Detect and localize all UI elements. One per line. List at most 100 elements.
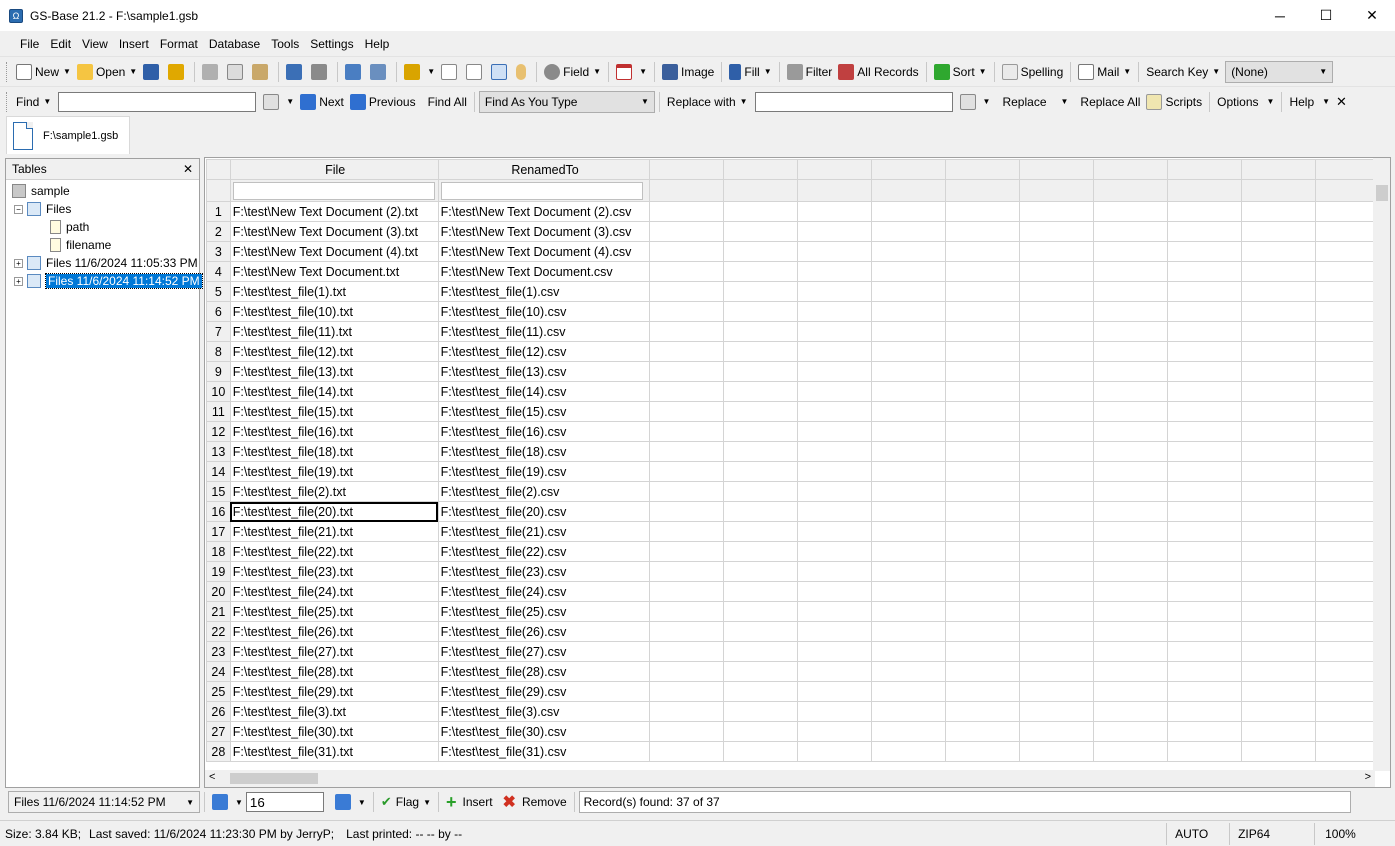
empty-cell[interactable] xyxy=(797,441,873,462)
empty-cell[interactable] xyxy=(723,441,799,462)
empty-cell[interactable] xyxy=(871,601,947,622)
empty-cell[interactable] xyxy=(649,321,725,342)
empty-cell[interactable] xyxy=(1167,281,1243,302)
empty-cell[interactable] xyxy=(1019,741,1095,762)
cell-renamedto[interactable]: F:\test\New Text Document (4).csv xyxy=(437,241,651,262)
row-number[interactable]: 24 xyxy=(206,661,231,682)
empty-cell[interactable] xyxy=(1093,201,1169,222)
empty-cell[interactable] xyxy=(649,441,725,462)
empty-cell[interactable] xyxy=(1167,721,1243,742)
empty-cell[interactable] xyxy=(1241,541,1317,562)
cell-renamedto[interactable]: F:\test\test_file(1).csv xyxy=(437,281,651,302)
row-number[interactable]: 21 xyxy=(206,601,231,622)
empty-cell[interactable] xyxy=(945,401,1021,422)
empty-cell[interactable] xyxy=(1093,661,1169,682)
cell-file[interactable]: F:\test\test_file(20).txt xyxy=(229,501,439,522)
cell-file[interactable]: F:\test\test_file(11).txt xyxy=(229,321,439,342)
cell-file[interactable]: F:\test\test_file(10).txt xyxy=(229,301,439,322)
empty-cell[interactable] xyxy=(871,461,947,482)
empty-cell[interactable] xyxy=(1167,461,1243,482)
empty-cell[interactable] xyxy=(649,421,725,442)
cell-file[interactable]: F:\test\test_file(30).txt xyxy=(229,721,439,742)
empty-cell[interactable] xyxy=(1167,601,1243,622)
empty-cell[interactable] xyxy=(723,521,799,542)
menu-edit[interactable]: Edit xyxy=(50,37,71,51)
empty-cell[interactable] xyxy=(1093,281,1169,302)
cell-file[interactable]: F:\test\test_file(25).txt xyxy=(229,601,439,622)
empty-cell[interactable] xyxy=(871,381,947,402)
empty-cell[interactable] xyxy=(1019,321,1095,342)
tab-sample1[interactable]: F:\sample1.gsb xyxy=(6,116,130,154)
empty-cell[interactable] xyxy=(797,541,873,562)
row-number[interactable]: 17 xyxy=(206,521,231,542)
toolbar-grip[interactable] xyxy=(6,61,9,82)
empty-cell[interactable] xyxy=(945,441,1021,462)
empty-cell[interactable] xyxy=(871,561,947,582)
empty-cell[interactable] xyxy=(1167,301,1243,322)
empty-cell[interactable] xyxy=(1019,581,1095,602)
cell-file[interactable]: F:\test\test_file(22).txt xyxy=(229,541,439,562)
empty-cell[interactable] xyxy=(1241,441,1317,462)
collapse-icon[interactable]: − xyxy=(14,204,23,214)
format-painter-button[interactable]: ▼ xyxy=(401,60,438,84)
empty-cell[interactable] xyxy=(649,601,725,622)
empty-cell[interactable] xyxy=(797,681,873,702)
row-number[interactable]: 2 xyxy=(206,221,231,242)
replace-options-button[interactable]: ▼ xyxy=(957,90,994,114)
empty-cell[interactable] xyxy=(797,601,873,622)
empty-cell[interactable] xyxy=(1167,401,1243,422)
empty-cell[interactable] xyxy=(723,561,799,582)
cell-renamedto[interactable]: F:\test\test_file(30).csv xyxy=(437,721,651,742)
empty-cell[interactable] xyxy=(945,321,1021,342)
empty-cell[interactable] xyxy=(1241,321,1317,342)
maximize-button[interactable]: ☐ xyxy=(1303,0,1349,31)
empty-cell[interactable] xyxy=(797,621,873,642)
find-button[interactable]: Find ▼ xyxy=(13,90,54,114)
cell-renamedto[interactable]: F:\test\test_file(27).csv xyxy=(437,641,651,662)
empty-cell[interactable] xyxy=(1241,381,1317,402)
expand-icon[interactable]: + xyxy=(14,258,23,268)
cell-renamedto[interactable]: F:\test\test_file(29).csv xyxy=(437,681,651,702)
empty-cell[interactable] xyxy=(1019,261,1095,282)
cell-file[interactable]: F:\test\test_file(2).txt xyxy=(229,481,439,502)
cell-file[interactable]: F:\test\test_file(1).txt xyxy=(229,281,439,302)
column-header-empty[interactable] xyxy=(797,159,873,180)
calendar-button[interactable]: ▼ xyxy=(613,60,650,84)
corner-cell[interactable] xyxy=(206,159,231,180)
empty-cell[interactable] xyxy=(797,221,873,242)
empty-cell[interactable] xyxy=(797,741,873,762)
empty-cell[interactable] xyxy=(945,361,1021,382)
column-header-empty[interactable] xyxy=(945,159,1021,180)
row-number[interactable]: 25 xyxy=(206,681,231,702)
row-number[interactable]: 27 xyxy=(206,721,231,742)
empty-cell[interactable] xyxy=(649,681,725,702)
empty-cell[interactable] xyxy=(797,701,873,722)
row-number[interactable]: 6 xyxy=(206,301,231,322)
scroll-left-icon[interactable]: < xyxy=(209,771,215,783)
row-number[interactable]: 7 xyxy=(206,321,231,342)
empty-cell[interactable] xyxy=(649,461,725,482)
empty-cell[interactable] xyxy=(1019,601,1095,622)
empty-cell[interactable] xyxy=(649,661,725,682)
column-header-empty[interactable] xyxy=(871,159,947,180)
empty-cell[interactable] xyxy=(723,381,799,402)
row-number[interactable]: 5 xyxy=(206,281,231,302)
empty-cell[interactable] xyxy=(1241,501,1317,522)
empty-cell[interactable] xyxy=(1093,501,1169,522)
cell-renamedto[interactable]: F:\test\test_file(31).csv xyxy=(437,741,651,762)
print-button[interactable] xyxy=(308,60,333,84)
empty-cell[interactable] xyxy=(797,501,873,522)
empty-cell[interactable] xyxy=(945,221,1021,242)
empty-cell[interactable] xyxy=(945,541,1021,562)
mail-button[interactable]: Mail ▼ xyxy=(1075,60,1134,84)
cell-file[interactable]: F:\test\New Text Document (4).txt xyxy=(229,241,439,262)
empty-cell[interactable] xyxy=(797,641,873,662)
empty-cell[interactable] xyxy=(649,741,725,762)
empty-cell[interactable] xyxy=(1167,541,1243,562)
empty-cell[interactable] xyxy=(1167,381,1243,402)
empty-cell[interactable] xyxy=(797,401,873,422)
empty-cell[interactable] xyxy=(871,321,947,342)
column-header-file[interactable]: File xyxy=(229,159,439,180)
sort-button[interactable]: Sort ▼ xyxy=(931,60,990,84)
empty-cell[interactable] xyxy=(1167,501,1243,522)
